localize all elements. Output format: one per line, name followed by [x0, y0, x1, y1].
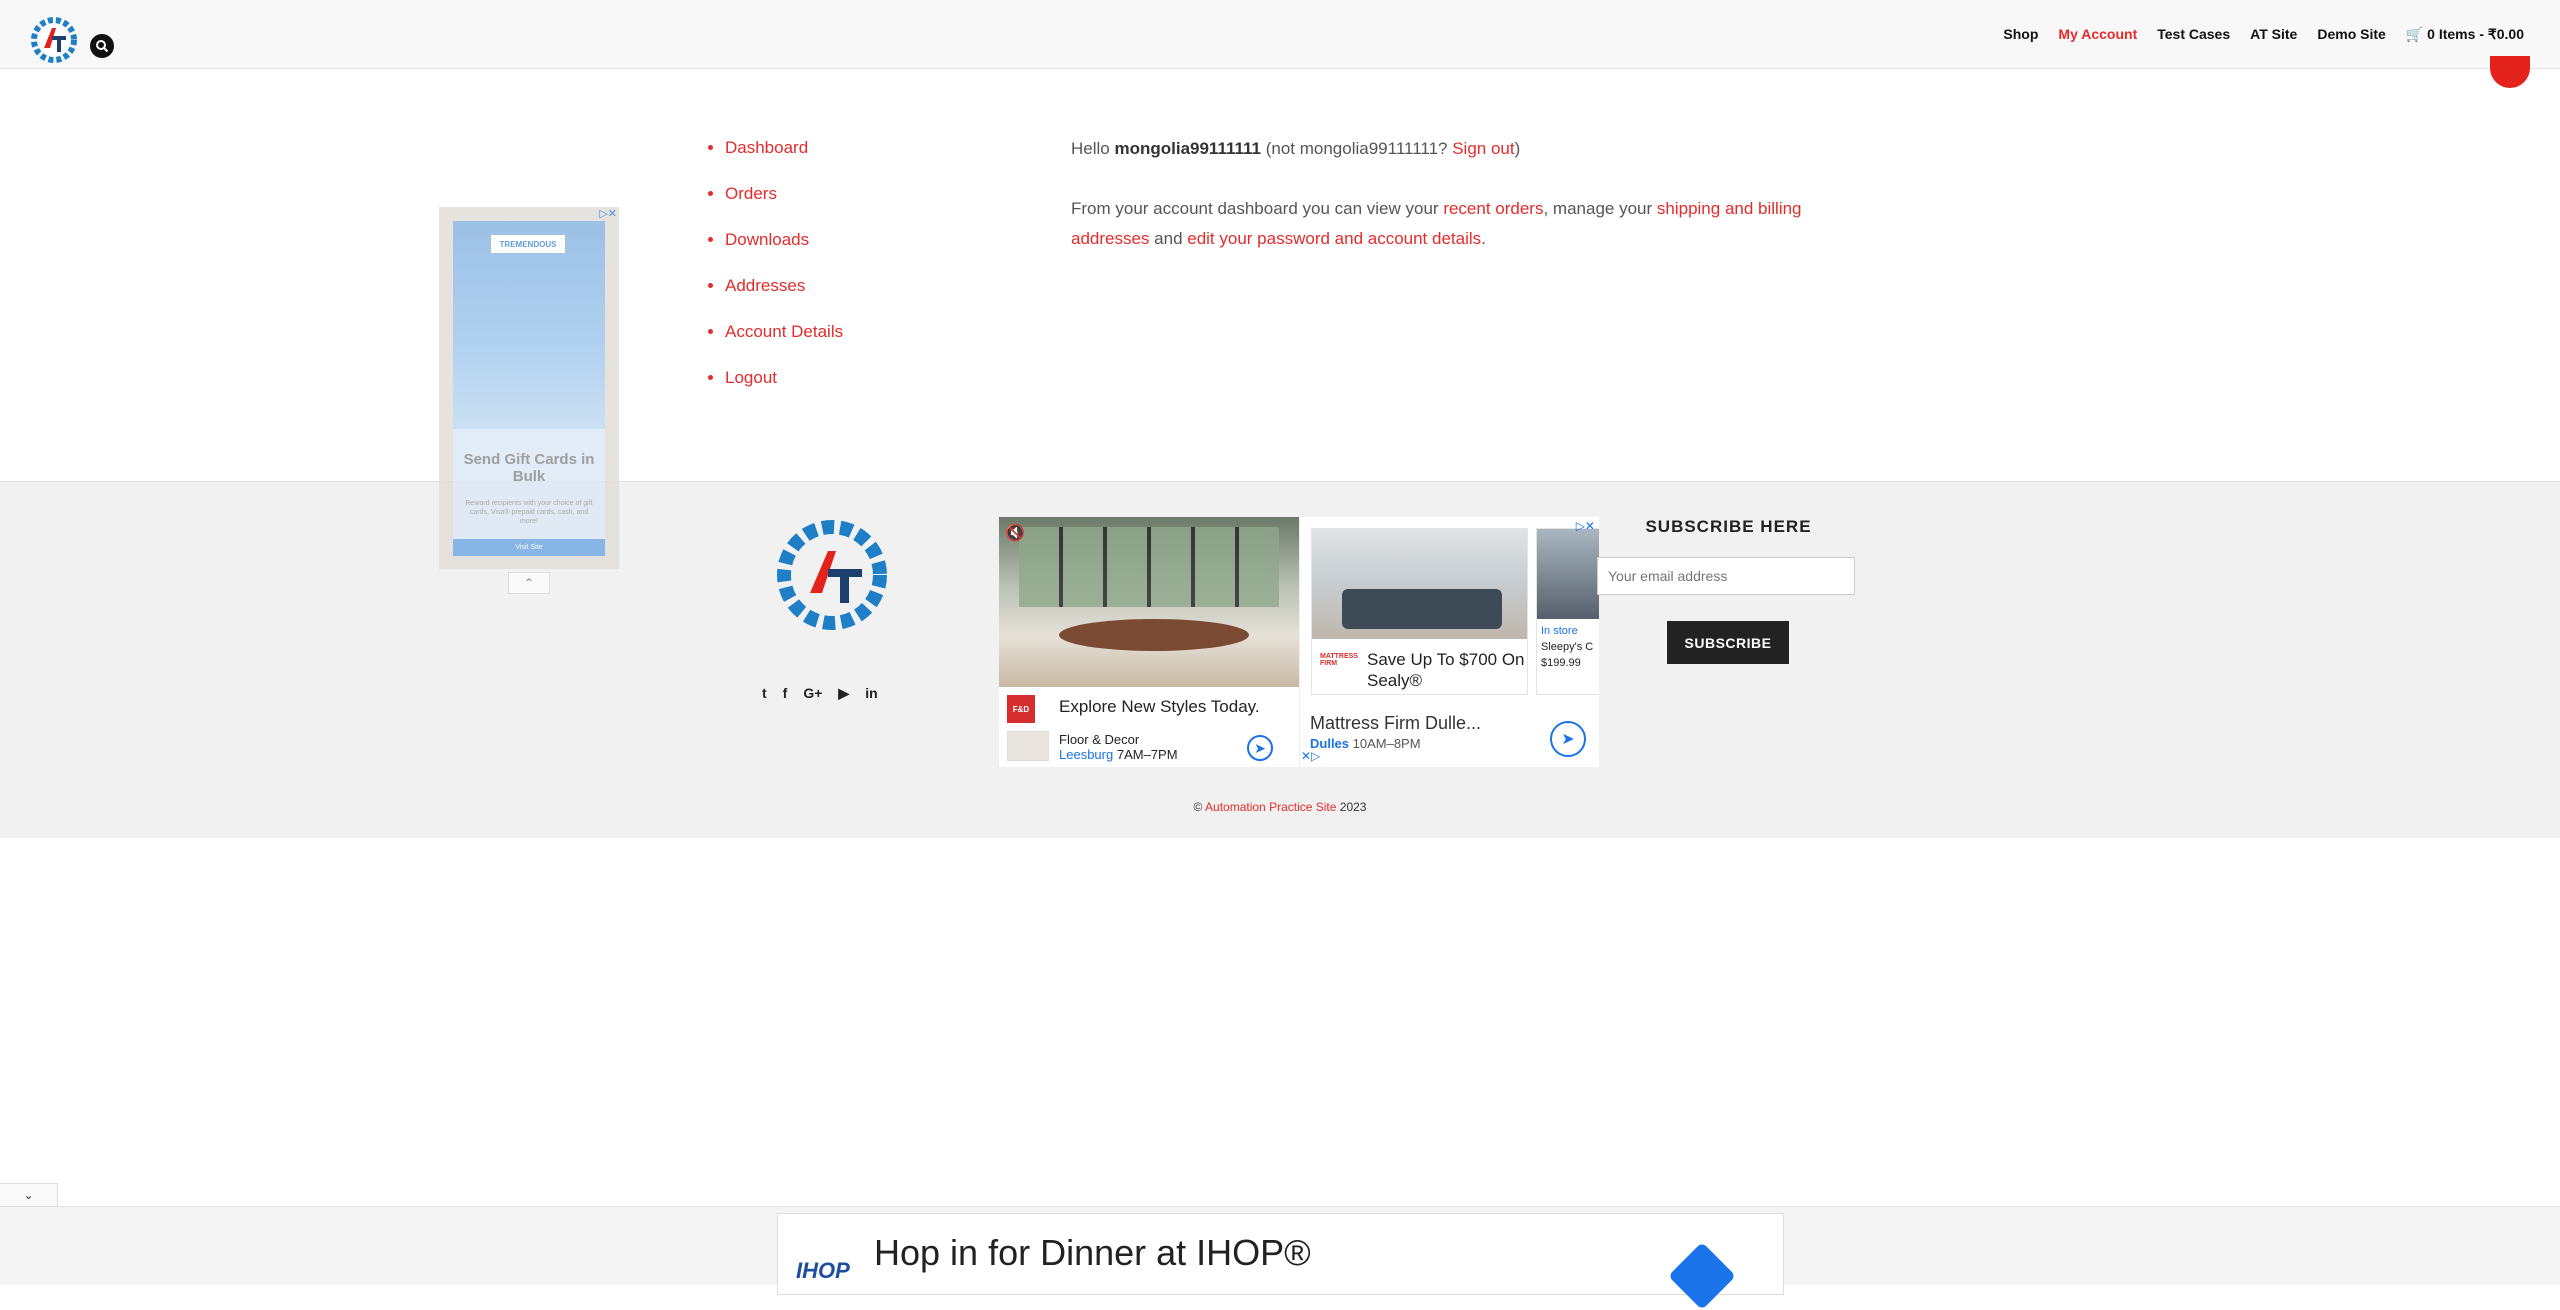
dashboard-link[interactable]: Dashboard: [725, 138, 808, 157]
username: mongolia99111111: [1114, 139, 1261, 158]
ihop-logo: IHOP: [796, 1258, 850, 1283]
main-nav: Shop My Account Test Cases AT Site Demo …: [2003, 26, 2524, 43]
directions-icon[interactable]: ➤: [1247, 735, 1273, 761]
orders-link[interactable]: Orders: [725, 184, 777, 203]
chevron-down-icon[interactable]: ⌄: [0, 1183, 58, 1207]
ad-brand-tag: TREMENDOUS: [491, 235, 565, 253]
youtube-icon[interactable]: ▶: [838, 685, 849, 702]
dashboard-description: From your account dashboard you can view…: [1071, 199, 1802, 248]
ad-title: Send Gift Cards in Bulk: [463, 451, 595, 485]
account-nav-downloads: Downloads: [725, 222, 843, 268]
subscribe-title: SUBSCRIBE HERE: [1645, 517, 1812, 536]
ad-card-title: Save Up To $700 On Sealy®: [1367, 650, 1525, 690]
nav-demo-site[interactable]: Demo Site: [2317, 26, 2385, 43]
copyright-link[interactable]: Automation Practice Site: [1205, 800, 1336, 814]
directions-icon[interactable]: ➤: [1550, 721, 1586, 757]
ad-mattress[interactable]: MATTRESS FIRM Save Up To $700 On Sealy® …: [1299, 517, 1599, 767]
ad-floor-decor[interactable]: 🔇 F&D Explore New Styles Today. Floor & …: [999, 517, 1299, 767]
google-plus-icon[interactable]: G+: [803, 685, 822, 702]
nav-shop[interactable]: Shop: [2003, 26, 2038, 43]
floating-cart-badge[interactable]: [2490, 56, 2530, 88]
ad-headline[interactable]: Explore New Styles Today.: [1059, 697, 1260, 717]
sign-out-link[interactable]: Sign out: [1452, 139, 1514, 158]
cart-summary: 0 Items - ₹0.00: [2427, 26, 2524, 42]
map-thumbnail-icon: [1007, 731, 1049, 761]
downloads-link[interactable]: Downloads: [725, 230, 809, 249]
ad-cta-button[interactable]: Visit Site: [453, 539, 605, 556]
facebook-icon[interactable]: f: [783, 685, 788, 702]
ad-description: Reward recipients with your choice of gi…: [465, 500, 593, 525]
account-navigation: Dashboard Orders Downloads Addresses Acc…: [700, 130, 843, 406]
directions-icon[interactable]: [1668, 1242, 1736, 1310]
ad-product-card[interactable]: MATTRESS FIRM Save Up To $700 On Sealy®: [1311, 528, 1528, 695]
ad-brand-logo: F&D: [1007, 695, 1035, 723]
account-nav-account-details: Account Details: [725, 314, 843, 360]
subscribe-button[interactable]: SUBSCRIBE: [1667, 621, 1789, 664]
account-nav-dashboard: Dashboard: [725, 130, 843, 176]
edit-password-link[interactable]: edit your password and account details: [1187, 229, 1481, 248]
site-logo[interactable]: [28, 14, 80, 66]
addresses-link[interactable]: Addresses: [725, 276, 805, 295]
email-field[interactable]: [1597, 557, 1855, 595]
ad-store-info: Floor & Decor Leesburg 7AM–7PM: [1059, 732, 1178, 762]
account-content: Hello mongolia99111111 (not mongolia9911…: [1071, 134, 1811, 284]
account-details-link[interactable]: Account Details: [725, 322, 843, 341]
footer-logo[interactable]: [774, 515, 890, 640]
search-icon[interactable]: [90, 34, 114, 58]
top-bar: Shop My Account Test Cases AT Site Demo …: [0, 0, 2560, 69]
account-nav-orders: Orders: [725, 176, 843, 222]
greeting-text: Hello mongolia99111111 (not mongolia9911…: [1071, 139, 1521, 158]
nav-my-account[interactable]: My Account: [2058, 26, 2137, 43]
nav-cart[interactable]: 🛒 0 Items - ₹0.00: [2406, 26, 2524, 43]
bottom-ad-headline[interactable]: Hop in for Dinner at IHOP®: [874, 1232, 1311, 1274]
chevron-up-icon[interactable]: ⌃: [508, 572, 550, 594]
ad-store-listing: Mattress Firm Dulle... Dulles 10AM–8PM: [1310, 713, 1482, 751]
floating-side-ad[interactable]: TREMENDOUS Send Gift Cards in Bulk Rewar…: [439, 207, 619, 569]
cart-icon: 🛒: [2405, 26, 2424, 42]
ad-image: [999, 517, 1299, 687]
copyright: © Automation Practice Site 2023: [1193, 800, 1367, 814]
logout-link[interactable]: Logout: [725, 368, 777, 387]
mute-icon[interactable]: 🔇: [1005, 523, 1027, 545]
recent-orders-link[interactable]: recent orders: [1443, 199, 1543, 218]
nav-at-site[interactable]: AT Site: [2250, 26, 2297, 43]
ad-bed-image: [1312, 529, 1527, 639]
bottom-ad[interactable]: IHOP Hop in for Dinner at IHOP®: [777, 1213, 1784, 1310]
account-nav-addresses: Addresses: [725, 268, 843, 314]
footer-ad[interactable]: 🔇 F&D Explore New Styles Today. Floor & …: [999, 517, 1599, 767]
nav-test-cases[interactable]: Test Cases: [2157, 26, 2230, 43]
account-nav-logout: Logout: [725, 360, 843, 406]
social-links: t f G+ ▶ in: [762, 685, 878, 702]
linkedin-icon[interactable]: in: [865, 685, 877, 702]
mattress-firm-logo: MATTRESS FIRM: [1320, 653, 1358, 667]
ad-choices-icon[interactable]: ▷✕: [599, 207, 617, 220]
twitter-icon[interactable]: t: [762, 685, 767, 702]
ad-close-icon[interactable]: ✕▷: [1301, 749, 1320, 763]
ad-product-card-2[interactable]: In store Sleepy's C $199.99: [1536, 528, 1599, 695]
ad-choices-icon[interactable]: ▷✕: [1576, 519, 1595, 533]
